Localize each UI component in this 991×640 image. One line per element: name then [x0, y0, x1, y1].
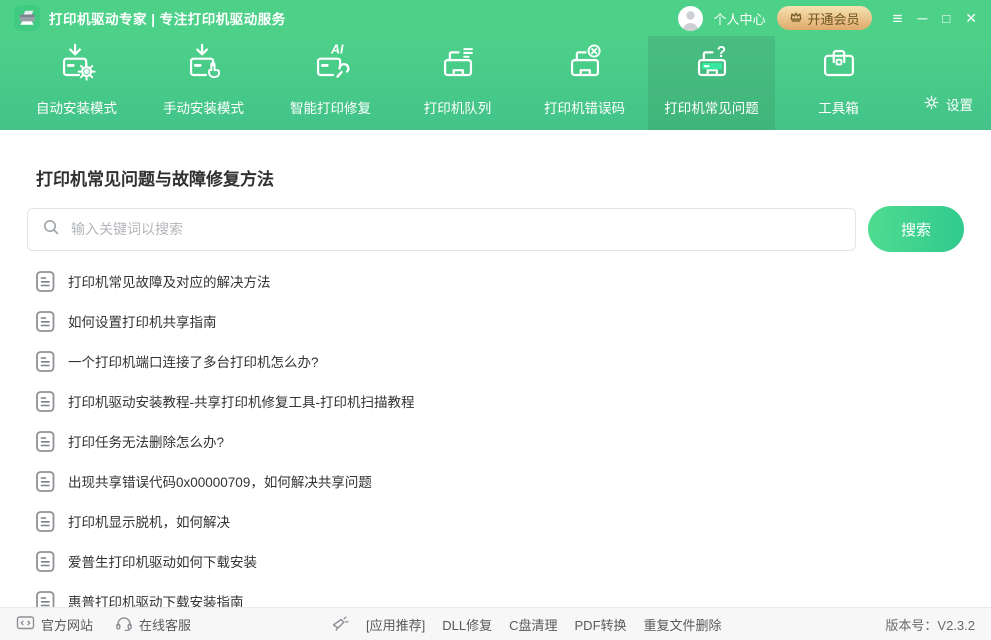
document-icon [36, 351, 55, 372]
faq-list-item[interactable]: 打印机常见故障及对应的解决方法 [0, 261, 991, 301]
svg-text:AI: AI [330, 42, 344, 56]
crown-icon [789, 10, 803, 26]
footer-promo-link[interactable]: [应用推荐] [366, 615, 425, 634]
search-input[interactable] [69, 220, 841, 238]
search-button[interactable]: 搜索 [868, 206, 964, 252]
footer-promo-link[interactable]: C盘清理 [509, 615, 557, 634]
search-box [27, 208, 856, 251]
gear-icon [923, 94, 940, 114]
footer: 官方网站 在线客服 [应用推荐] DLL修复 C盘清理 PDF转换重复文件删除 版本号… [0, 607, 991, 640]
footer-promo-group: [应用推荐] DLL修复 C盘清理 PDF转换重复文件删除 [331, 615, 722, 634]
faq-list-item[interactable]: 打印机显示脱机，如何解决 [0, 501, 991, 541]
printer-queue-icon [435, 40, 481, 86]
monitor-icon [16, 615, 35, 634]
vip-button[interactable]: 开通会员 [777, 6, 872, 30]
footer-promo-link[interactable]: PDF转换 [575, 615, 627, 634]
faq-list-item[interactable]: 如何设置打印机共享指南 [0, 301, 991, 341]
close-icon[interactable]: ✕ [965, 11, 977, 25]
footer-promo-link[interactable]: 重复文件删除 [644, 615, 722, 634]
app-window: 打印机驱动专家 | 专注打印机驱动服务 个人中心 开通会员 ≡ [0, 0, 991, 640]
document-icon [36, 511, 55, 532]
nav-tab-printer-error-code[interactable]: 打印机错误码 [521, 36, 648, 130]
auto-install-icon [54, 40, 100, 86]
faq-list-item[interactable]: 一个打印机端口连接了多台打印机怎么办? [0, 341, 991, 381]
page-title: 打印机常见问题与故障修复方法 [0, 130, 991, 190]
search-icon [42, 218, 60, 241]
settings-button[interactable]: 设置 [923, 94, 991, 130]
faq-list-item[interactable]: 打印任务无法删除怎么办? [0, 421, 991, 461]
document-icon [36, 271, 55, 292]
printer-error-code-icon [562, 40, 608, 86]
avatar[interactable] [678, 6, 703, 31]
nav-tab-smart-repair[interactable]: AI 智能打印修复 [267, 36, 394, 130]
vip-button-label: 开通会员 [808, 9, 860, 28]
document-icon [36, 431, 55, 452]
headset-icon [115, 615, 133, 634]
document-icon [36, 311, 55, 332]
footer-promo-link[interactable]: DLL修复 [442, 615, 492, 634]
document-icon [36, 391, 55, 412]
faq-list-item[interactable]: 打印机驱动安装教程-共享打印机修复工具-打印机扫描教程 [0, 381, 991, 421]
maximize-icon[interactable]: □ [942, 12, 950, 25]
smart-repair-icon: AI [308, 40, 354, 86]
nav-tab-printer-queue[interactable]: 打印机队列 [394, 36, 521, 130]
faq-list: 打印机常见故障及对应的解决方法 如何设置打印机共享指南 一个打印机端口连接了多台… [0, 261, 991, 621]
megaphone-icon [331, 615, 349, 634]
nav-tab-auto-install[interactable]: 自动安装模式 [13, 36, 140, 130]
user-center-button[interactable]: 个人中心 [714, 9, 766, 28]
svg-text:?: ? [716, 44, 725, 61]
faq-list-item[interactable]: 爱普生打印机驱动如何下载安装 [0, 541, 991, 581]
titlebar: 打印机驱动专家 | 专注打印机驱动服务 个人中心 开通会员 ≡ [0, 0, 991, 36]
minimize-icon[interactable]: ─ [917, 11, 927, 25]
nav-bar: 自动安装模式 手动安装模式 AI 智能打印修复 打印机队列 打印机错误码 ? 打… [0, 36, 991, 130]
app-title: 打印机驱动专家 | 专注打印机驱动服务 [49, 8, 286, 28]
nav-tab-toolbox[interactable]: 工具箱 [775, 36, 902, 130]
app-logo-icon [14, 5, 40, 31]
version-label: 版本号：V2.3.2 [885, 615, 975, 634]
settings-label: 设置 [946, 94, 973, 114]
printer-faq-icon: ? [689, 40, 735, 86]
menu-icon[interactable]: ≡ [893, 10, 903, 27]
manual-install-icon [181, 40, 227, 86]
main-content: 打印机常见问题与故障修复方法 搜索 打印机常见故障及对应的解决方法 [0, 130, 991, 607]
toolbox-icon [816, 40, 862, 86]
nav-tab-printer-faq[interactable]: ? 打印机常见问题 [648, 36, 775, 130]
nav-tab-manual-install[interactable]: 手动安装模式 [140, 36, 267, 130]
document-icon [36, 551, 55, 572]
document-icon [36, 471, 55, 492]
footer-link-在线客服[interactable]: 在线客服 [115, 615, 191, 634]
footer-link-官方网站[interactable]: 官方网站 [16, 615, 93, 634]
faq-list-item[interactable]: 出现共享错误代码0x00000709，如何解决共享问题 [0, 461, 991, 501]
